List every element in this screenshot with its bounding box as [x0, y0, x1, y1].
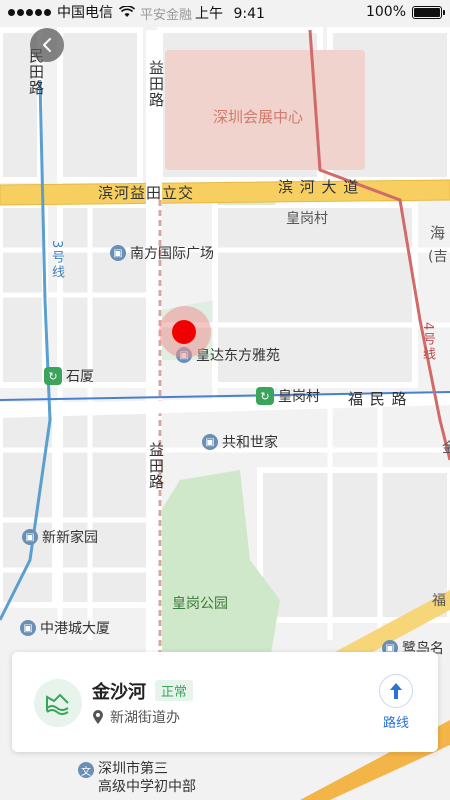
poi-gonghe[interactable]: ▣ 共和世家 [202, 432, 278, 452]
label-hai: 海 [430, 224, 446, 242]
building-icon: ▣ [22, 529, 38, 545]
area-label-huanggang-village: 皇岗村 [286, 211, 328, 227]
area-label-expo: 深圳会展中心 [213, 108, 304, 126]
poi-zhonggang[interactable]: ▣ 中港城大厦 [20, 618, 110, 638]
poi-label: 皇达东方雅苑 [196, 348, 280, 364]
time-period: 上午 [195, 6, 223, 22]
metro-line-3-label: 3号线 [49, 240, 64, 281]
metro-station-label: 石厦 [66, 369, 94, 385]
poi-label: 新新家园 [42, 530, 98, 546]
navigation-arrow-icon [379, 674, 413, 708]
wifi-icon [119, 6, 135, 17]
location-pin-icon [93, 710, 103, 724]
metro-station-label: 皇岗村 [278, 389, 320, 405]
poi-xinxin[interactable]: ▣ 新新家园 [22, 527, 98, 547]
road-label-binhe-dadao: 滨 河 大 道 [278, 178, 360, 196]
label-fu: 福 [432, 593, 446, 609]
status-left: 中国电信 [8, 2, 135, 22]
poi-school[interactable]: 文 深圳市第三 高级中学初中部 [78, 760, 196, 796]
battery-icon [412, 5, 445, 19]
label-jin: 金 [440, 440, 450, 456]
road-label-fumin: 福 民 路 [348, 390, 408, 408]
building-icon: ▣ [20, 620, 36, 636]
poi-label-line1: 深圳市第三 [98, 761, 168, 777]
metro-station-huanggang[interactable]: ↻ 皇岗村 [256, 386, 320, 406]
time: 9:41 [233, 6, 265, 22]
school-icon: 文 [78, 762, 94, 778]
info-card[interactable]: 金沙河 正常 新湖街道办 路线 [12, 652, 438, 752]
road-label-yitian-mid: 益田路 [147, 442, 165, 490]
metro-line-4-label: 4号线 [420, 322, 435, 363]
chevron-left-icon [43, 38, 51, 52]
poi-label: 共和世家 [222, 435, 278, 451]
carrier: 中国电信 [57, 5, 113, 21]
location-text: 新湖街道办 [110, 710, 180, 726]
metro-icon: ↻ [256, 387, 274, 405]
route-label: 路线 [382, 716, 409, 731]
location-row: 新湖街道办 [92, 707, 180, 727]
river-icon [34, 679, 82, 727]
status-badge: 正常 [155, 680, 194, 701]
signal-icon [8, 8, 51, 16]
metro-station-shixia[interactable]: ↻ 石厦 [44, 366, 94, 386]
place-name: 金沙河 [92, 682, 146, 703]
status-bar: 中国电信 上午 9:41 100% [0, 0, 450, 24]
status-right: 100% [365, 4, 445, 20]
map-marker[interactable] [172, 320, 196, 344]
poi-label-line2: 高级中学初中部 [98, 779, 196, 795]
poi-label-wrap: 深圳市第三 高级中学初中部 [98, 760, 196, 796]
poi-nanfang[interactable]: ▣ 南方国际广场 [110, 243, 214, 263]
poi-label: 南方国际广场 [130, 246, 214, 262]
road-label-yitian-top: 益田路 [147, 60, 165, 108]
building-icon: ▣ [110, 245, 126, 261]
label-ji: (吉 [428, 249, 448, 265]
route-button[interactable]: 路线 [372, 674, 420, 734]
building-icon: ▣ [202, 434, 218, 450]
clock: 上午 9:41 [195, 3, 265, 23]
metro-icon: ↻ [44, 367, 62, 385]
area-label-park: 皇岗公园 [172, 596, 228, 612]
road-label-binhe-yitian: 滨河益田立交 [98, 184, 195, 202]
back-button[interactable] [30, 28, 64, 62]
poi-label: 中港城大厦 [40, 621, 110, 637]
battery-percent: 100% [365, 4, 406, 20]
